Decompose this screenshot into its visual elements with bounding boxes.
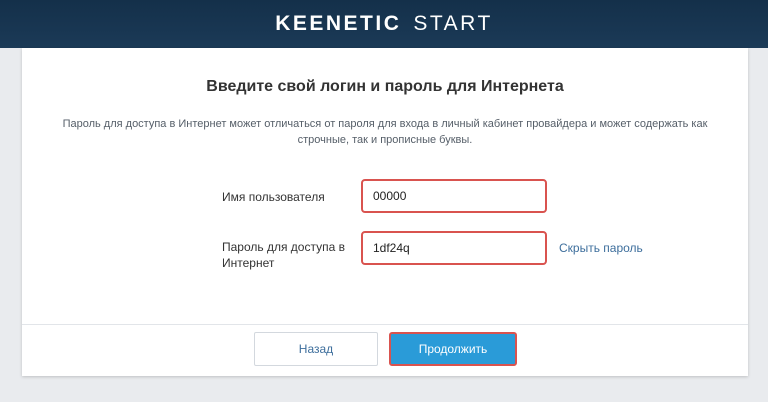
login-card: Введите свой логин и пароль для Интернет… <box>22 48 748 376</box>
page-description: Пароль для доступа в Интернет может отли… <box>62 118 708 146</box>
password-field[interactable] <box>373 241 535 255</box>
keenetic-start-logo: KEENETIC START <box>275 12 493 36</box>
username-label: Имя пользователя <box>222 190 325 204</box>
logo-product: START <box>413 12 493 35</box>
back-button[interactable]: Назад <box>254 332 378 366</box>
continue-button[interactable]: Продолжить <box>389 332 517 366</box>
username-field-wrapper[interactable] <box>361 179 547 213</box>
hide-password-link[interactable]: Скрыть пароль <box>559 241 643 255</box>
page-title: Введите свой логин и пароль для Интернет… <box>206 78 564 95</box>
username-field[interactable] <box>373 189 535 203</box>
logo-brand: KEENETIC <box>275 12 402 35</box>
top-header: KEENETIC START <box>0 0 768 48</box>
password-label: Пароль для доступа в Интернет <box>222 240 345 270</box>
footer-divider <box>22 324 748 325</box>
password-field-wrapper[interactable] <box>361 231 547 265</box>
